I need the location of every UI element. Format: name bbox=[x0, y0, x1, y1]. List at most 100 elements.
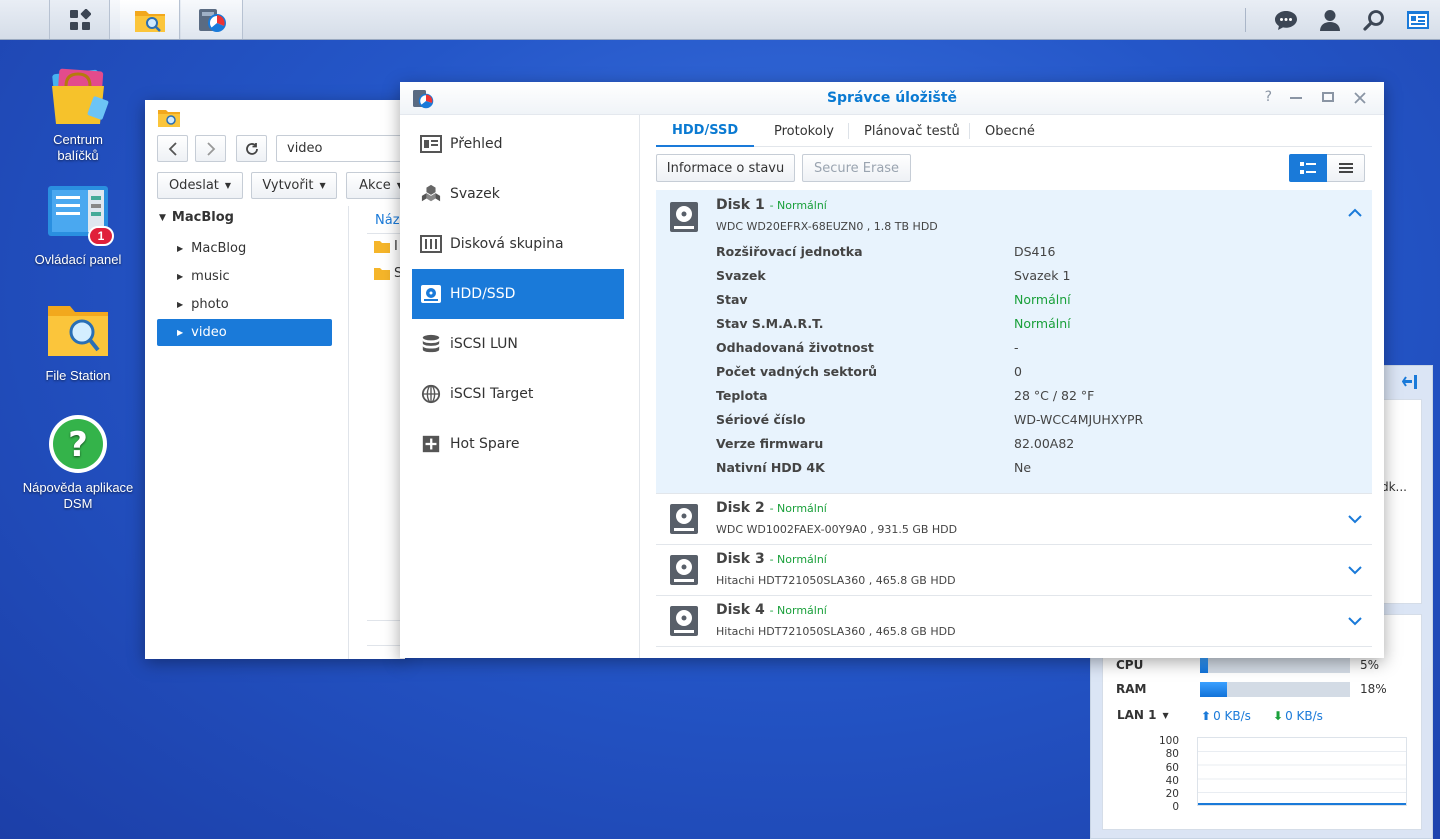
tree-item-video[interactable]: ▶ video bbox=[157, 319, 332, 346]
disk-row[interactable]: Disk 4 - Normální Hitachi HDT721050SLA36… bbox=[656, 596, 1372, 647]
secure-erase-button[interactable]: Secure Erase bbox=[802, 154, 911, 182]
nav-item-iscsi-target[interactable]: iSCSI Target bbox=[412, 369, 624, 419]
volume-icon bbox=[421, 184, 441, 202]
chevron-right-icon bbox=[206, 141, 215, 156]
lan-selector[interactable]: LAN 1 ▼ bbox=[1117, 708, 1169, 722]
tree-root[interactable]: ▼ MacBlog bbox=[159, 210, 234, 225]
detail-view-button[interactable] bbox=[1289, 154, 1327, 182]
tab-general[interactable]: Obecné bbox=[969, 115, 1051, 147]
main-menu-icon[interactable] bbox=[50, 0, 110, 39]
path-value: video bbox=[287, 141, 323, 156]
desktop-icon-label: Centrum balíčků bbox=[53, 132, 103, 163]
disk-row[interactable]: Disk 1 - Normální WDC WD20EFRX-68EUZN0 ,… bbox=[656, 190, 1372, 494]
tab-test-scheduler[interactable]: Plánovač testů bbox=[848, 115, 976, 147]
lan-label: LAN 1 bbox=[1117, 708, 1157, 722]
collapsed-triangle-icon: ▶ bbox=[177, 300, 184, 309]
tab-logs[interactable]: Protokoly bbox=[758, 115, 850, 147]
y-tick: 80 bbox=[1165, 748, 1179, 761]
nav-item-iscsi-lun[interactable]: iSCSI LUN bbox=[412, 319, 624, 369]
folder-icon bbox=[374, 241, 390, 253]
main-menu-button[interactable] bbox=[0, 0, 50, 39]
tab-hdd-ssd[interactable]: HDD/SSD bbox=[656, 115, 755, 147]
disk-property-value: Normální bbox=[1014, 316, 1071, 331]
desktop-icon-dsm-help[interactable]: ? Nápověda aplikace DSM bbox=[8, 412, 148, 512]
disk-model: Hitachi HDT721050SLA360 , 465.8 GB HDD bbox=[716, 625, 956, 638]
list-icon bbox=[1338, 163, 1353, 173]
download-rate-value: 0 KB/s bbox=[1285, 709, 1323, 723]
disk-name: Disk 1 bbox=[716, 197, 765, 213]
health-info-button[interactable]: Informace o stavu bbox=[656, 154, 795, 182]
truncated-item-text: dk... bbox=[1380, 480, 1407, 494]
list-item[interactable]: I bbox=[374, 239, 398, 254]
hdd-icon bbox=[670, 606, 698, 636]
content-area: HDD/SSD Protokoly Plánovač testů Obecné … bbox=[640, 115, 1384, 658]
tree-item-music[interactable]: ▶ music bbox=[157, 263, 332, 290]
chevron-down-icon[interactable] bbox=[1348, 614, 1362, 628]
search-icon[interactable] bbox=[1352, 0, 1396, 39]
caret-down-icon: ▼ bbox=[319, 181, 326, 190]
nav-item-hot-spare[interactable]: Hot Spare bbox=[412, 419, 624, 469]
svg-text:?: ? bbox=[68, 425, 88, 465]
nav-item-hdd-ssd[interactable]: HDD/SSD bbox=[412, 269, 624, 319]
disk-property-value: WD-WCC4MJUHXYPR bbox=[1014, 412, 1144, 427]
create-button[interactable]: Vytvořit ▼ bbox=[251, 172, 337, 199]
widget-pin-icon[interactable] bbox=[1402, 375, 1418, 389]
list-view-button[interactable] bbox=[1327, 154, 1365, 182]
y-tick: 100 bbox=[1158, 735, 1179, 747]
nav-label: iSCSI Target bbox=[450, 386, 534, 402]
arrow-up-icon: ⬆ bbox=[1201, 709, 1212, 723]
disk-property-row: Verze firmwaru 82.00A82 bbox=[716, 432, 1356, 456]
disk-property-key: Stav S.M.A.R.T. bbox=[716, 316, 824, 331]
cpu-bar bbox=[1200, 658, 1350, 673]
storage-manager-taskbar-button[interactable] bbox=[181, 0, 243, 39]
refresh-button[interactable] bbox=[236, 135, 267, 162]
disk-status: - Normální bbox=[769, 502, 827, 515]
disk-model: Hitachi HDT721050SLA360 , 465.8 GB HDD bbox=[716, 574, 956, 587]
disk-property-key: Teplota bbox=[716, 388, 768, 403]
disk-row[interactable]: Disk 2 - Normální WDC WD1002FAEX-00Y9A0 … bbox=[656, 494, 1372, 545]
tree-item-macblog[interactable]: ▶ MacBlog bbox=[157, 235, 332, 262]
widgets-icon[interactable] bbox=[1396, 0, 1440, 39]
forward-button[interactable] bbox=[195, 135, 226, 162]
disk-name: Disk 4 bbox=[716, 602, 765, 618]
help-icon[interactable]: ? bbox=[1265, 89, 1272, 105]
tree-item-photo[interactable]: ▶ photo bbox=[157, 291, 332, 318]
chevron-down-icon[interactable] bbox=[1348, 512, 1362, 526]
disk-property-value: Ne bbox=[1014, 460, 1032, 475]
storage-manager-window: Správce úložiště ? Přehled Svazek Diskov… bbox=[400, 82, 1384, 658]
file-station-titlebar bbox=[145, 100, 405, 130]
minimize-icon[interactable] bbox=[1290, 97, 1302, 99]
taskbar-right-icons bbox=[1264, 0, 1440, 39]
disk-title: Disk 1 - Normální bbox=[716, 197, 827, 213]
package-center-icon bbox=[46, 64, 110, 128]
desktop-icon-package-center[interactable]: Centrum balíčků bbox=[8, 64, 148, 164]
path-field[interactable]: video bbox=[276, 135, 416, 162]
disk-row[interactable]: Disk 3 - Normální Hitachi HDT721050SLA36… bbox=[656, 545, 1372, 596]
list-item[interactable]: S bbox=[374, 266, 402, 281]
chevron-up-icon[interactable] bbox=[1348, 206, 1362, 220]
upload-button[interactable]: Odeslat ▼ bbox=[157, 172, 243, 199]
download-rate: ⬇ 0 KB/s bbox=[1273, 709, 1323, 723]
desktop-icon-control-panel[interactable]: 1 Ovládací panel bbox=[8, 184, 148, 268]
cpu-bar-fill bbox=[1200, 658, 1208, 673]
user-icon[interactable] bbox=[1308, 0, 1352, 39]
ram-label: RAM bbox=[1116, 682, 1147, 696]
disk-title: Disk 3 - Normální bbox=[716, 551, 827, 567]
chevron-down-icon[interactable] bbox=[1348, 563, 1362, 577]
chat-icon[interactable] bbox=[1264, 0, 1308, 39]
close-icon[interactable] bbox=[1354, 92, 1366, 104]
file-station-taskbar-button[interactable] bbox=[120, 0, 180, 39]
help-icon: ? bbox=[46, 412, 110, 476]
back-button[interactable] bbox=[157, 135, 188, 162]
nav-item-volume[interactable]: Svazek bbox=[412, 169, 624, 219]
nav-label: HDD/SSD bbox=[450, 286, 516, 302]
file-station-icon bbox=[134, 10, 165, 32]
desktop-icon-file-station[interactable]: File Station bbox=[8, 300, 148, 384]
nav-item-overview[interactable]: Přehled bbox=[412, 119, 624, 169]
maximize-icon[interactable] bbox=[1322, 92, 1334, 102]
file-station-window: video Odeslat ▼ Vytvořit ▼ Akce ▼ ▼ MacB… bbox=[145, 100, 416, 659]
disk-property-value: DS416 bbox=[1014, 244, 1056, 259]
nav-item-disk-group[interactable]: Disková skupina bbox=[412, 219, 624, 269]
control-panel-icon: 1 bbox=[46, 184, 114, 248]
upload-label: Odeslat bbox=[168, 178, 219, 193]
